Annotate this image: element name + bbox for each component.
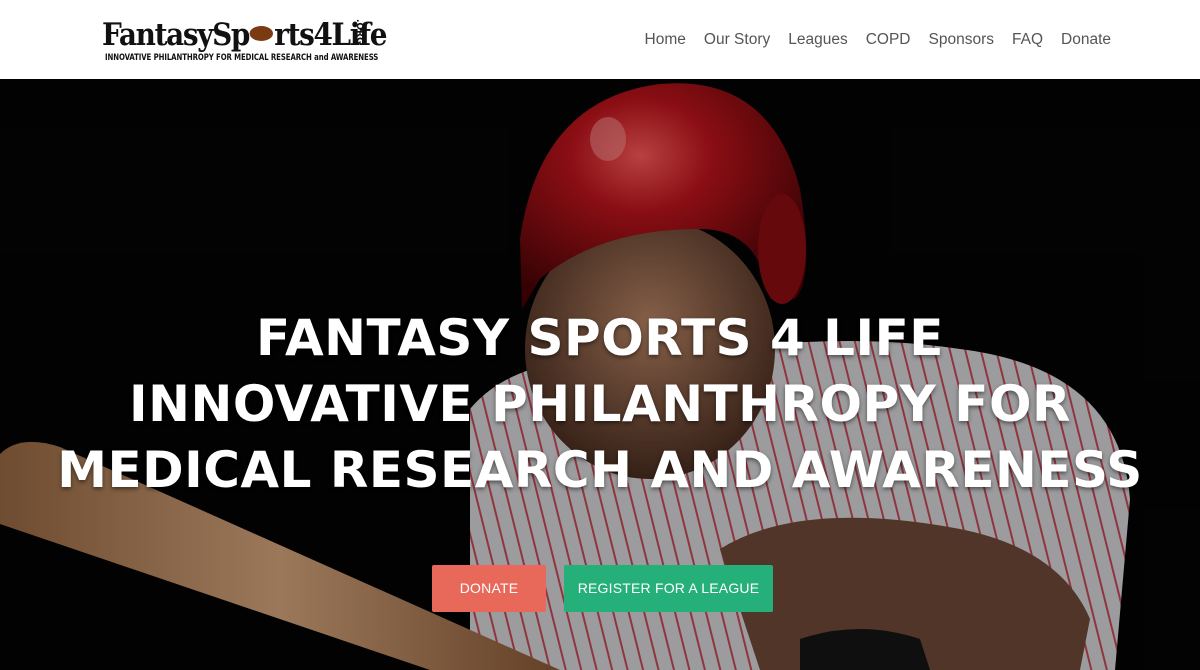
nav-leagues[interactable]: Leagues <box>779 29 856 51</box>
nav-donate[interactable]: Donate <box>1052 29 1111 51</box>
logo-title: FantasySp rts4Life <box>102 17 387 53</box>
nav-home[interactable]: Home <box>636 29 695 51</box>
nav-sponsors[interactable]: Sponsors <box>920 29 1003 51</box>
hero-headline: FANTASY SPORTS 4 LIFE INNOVATIVE PHILANT… <box>0 305 1200 503</box>
headline-line: FANTASY SPORTS 4 LIFE <box>256 309 944 367</box>
nav-our-story[interactable]: Our Story <box>695 29 779 51</box>
hero-section: FANTASY SPORTS 4 LIFE INNOVATIVE PHILANT… <box>0 79 1200 670</box>
nav-faq[interactable]: FAQ <box>1003 29 1052 51</box>
logo-tagline: INNOVATIVE PHILANTHROPY FOR MEDICAL RESE… <box>105 53 379 63</box>
site-logo[interactable]: FantasySp rts4Life .ORG INNOVATIVE PHILAN… <box>102 15 387 67</box>
logo-org: .ORG <box>354 19 364 45</box>
nav-copd[interactable]: COPD <box>857 29 920 51</box>
donate-button[interactable]: DONATE <box>432 565 546 612</box>
register-league-button[interactable]: REGISTER FOR A LEAGUE <box>564 565 773 612</box>
site-header: FantasySp rts4Life .ORG INNOVATIVE PHILAN… <box>0 0 1200 79</box>
football-icon <box>249 26 274 41</box>
main-nav: Home Our Story Leagues COPD Sponsors FAQ… <box>636 29 1111 51</box>
headline-line: MEDICAL RESEARCH AND AWARENESS <box>57 441 1143 499</box>
headline-line: INNOVATIVE PHILANTHROPY FOR <box>129 375 1071 433</box>
